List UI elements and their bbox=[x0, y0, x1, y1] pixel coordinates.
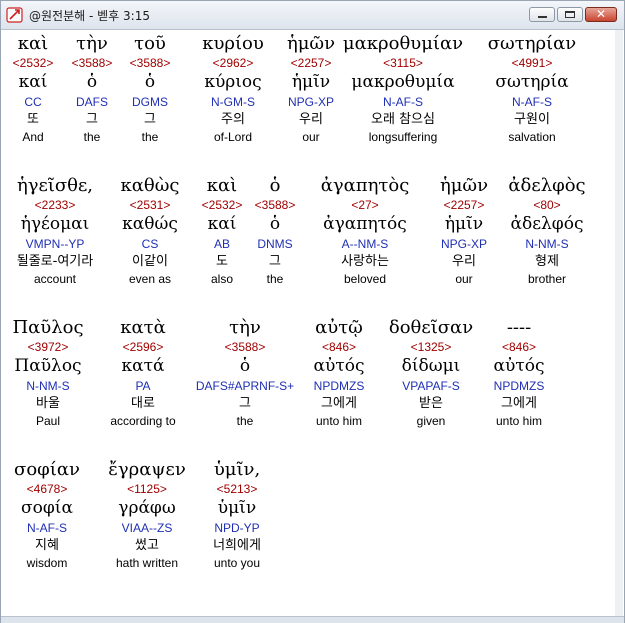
word-strong: <4991> bbox=[511, 56, 553, 70]
word-english: brother bbox=[527, 272, 567, 286]
word-korean: 오래 참으심 bbox=[371, 112, 435, 127]
word-strong: <846> bbox=[501, 340, 537, 354]
maximize-icon bbox=[565, 11, 575, 18]
title-bar[interactable]: @원전분해 - 벧후 3:15 ✕ bbox=[1, 1, 624, 30]
word-english: unto him bbox=[495, 414, 543, 428]
minimize-icon bbox=[538, 16, 547, 18]
word-lemma: μακροθυμία bbox=[351, 72, 455, 92]
word-parse: N-AF-S bbox=[512, 95, 552, 109]
word-strong: <3115> bbox=[383, 56, 423, 70]
app-icon bbox=[6, 7, 23, 23]
vertical-scrollbar-track[interactable] bbox=[615, 30, 623, 616]
word-strong: <80> bbox=[533, 198, 561, 212]
word-parse: N-NM-S bbox=[525, 237, 569, 251]
word-lemma: σωτηρία bbox=[495, 72, 569, 92]
word-greek: μακροθυμίαν bbox=[342, 33, 464, 54]
maximize-button[interactable] bbox=[557, 7, 583, 22]
minimize-button[interactable] bbox=[529, 7, 555, 22]
word-column[interactable]: ---- <846> αὐτός NPDMZS 그에게 unto him bbox=[449, 316, 589, 429]
word-korean: 구원이 bbox=[514, 112, 550, 127]
app-window: @원전분해 - 벧후 3:15 ✕ καὶ <2532> καί CC 또 And τὴν <… bbox=[0, 0, 625, 623]
close-button[interactable]: ✕ bbox=[585, 7, 617, 22]
window-title: @원전분해 - 벧후 3:15 bbox=[29, 9, 150, 23]
word-parse: NPD-YP bbox=[214, 521, 260, 535]
word-lemma: ἀδελφός bbox=[510, 214, 584, 234]
interlinear-panel[interactable]: καὶ <2532> καί CC 또 And τὴν <3588> ὁ DAFS 그 the τοῦ <… bbox=[5, 30, 618, 616]
word-column[interactable]: μακροθυμίαν <3115> μακροθυμία N-AF-S 오래 참으심 l… bbox=[333, 32, 473, 145]
word-greek: σωτηρίαν bbox=[487, 33, 577, 54]
close-icon: ✕ bbox=[595, 7, 607, 21]
word-strong: <5213> bbox=[216, 482, 258, 496]
word-greek: ὑμῖν, bbox=[213, 459, 261, 480]
word-column[interactable]: σωτηρίαν <4991> σωτηρία N-AF-S 구원이 salvation bbox=[462, 32, 602, 145]
word-parse: N-AF-S bbox=[383, 95, 423, 109]
window-bottom-border bbox=[1, 616, 624, 623]
word-parse: NPDMZS bbox=[493, 379, 545, 393]
word-korean: 너희에게 bbox=[213, 538, 261, 553]
word-english: salvation bbox=[508, 130, 556, 144]
word-greek: ἀδελφὸς bbox=[508, 175, 586, 196]
word-korean: 그에게 bbox=[501, 396, 537, 411]
word-column[interactable]: ὑμῖν, <5213> ὑμῖν NPD-YP 너희에게 unto you bbox=[167, 458, 307, 571]
word-english: longsuffering bbox=[368, 130, 438, 144]
word-column[interactable]: ἀδελφὸς <80> ἀδελφός N-NM-S 형제 brother bbox=[477, 174, 617, 287]
word-greek: ---- bbox=[506, 317, 532, 338]
word-lemma: ὑμῖν bbox=[217, 498, 257, 518]
word-korean: 형제 bbox=[535, 254, 559, 269]
word-english: unto you bbox=[213, 556, 261, 570]
word-lemma: αὐτός bbox=[493, 356, 545, 376]
